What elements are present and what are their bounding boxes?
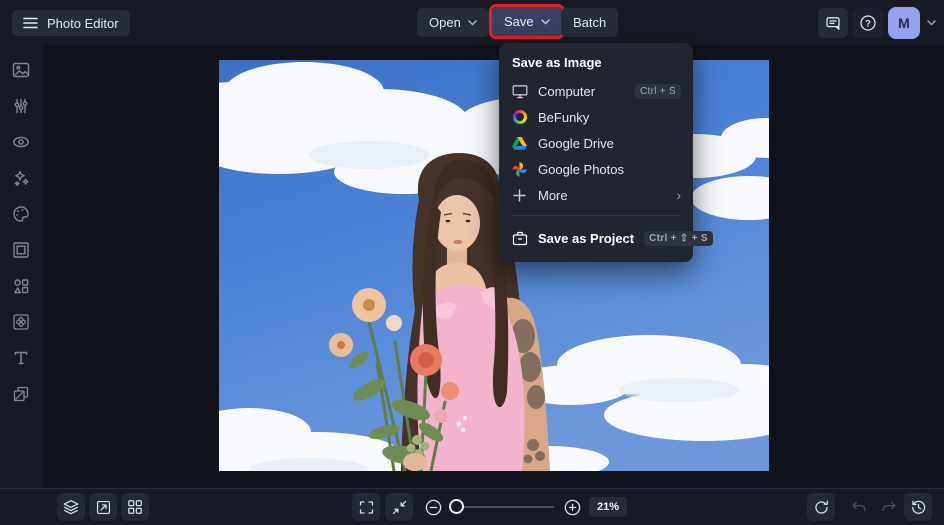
zoom-in-button[interactable] xyxy=(558,493,586,521)
redo-icon xyxy=(880,498,898,516)
fullscreen-button[interactable] xyxy=(352,493,380,521)
chevron-down-icon xyxy=(468,19,477,26)
sidebar-item-graphics[interactable] xyxy=(0,268,42,304)
photo-editor-app: Photo Editor Open Save Batch ? M Save as… xyxy=(0,0,944,525)
topbar: Photo Editor Open Save Batch ? M xyxy=(0,0,944,45)
zoom-out-button[interactable] xyxy=(419,493,447,521)
svg-text:?: ? xyxy=(865,18,871,29)
save-menu-header: Save as Image xyxy=(512,55,602,70)
reset-icon xyxy=(813,499,830,516)
bottombar: 21% xyxy=(0,488,944,525)
reset-button[interactable] xyxy=(807,493,835,521)
account-avatar[interactable]: M xyxy=(888,6,920,39)
undo-button[interactable] xyxy=(845,493,873,521)
chat-icon xyxy=(825,15,841,31)
app-title: Photo Editor xyxy=(47,15,119,31)
save-button-label: Save xyxy=(504,14,534,29)
sidebar-item-overlays[interactable] xyxy=(0,304,42,340)
image-manager-icon xyxy=(11,60,31,80)
chat-feedback-button[interactable] xyxy=(818,7,848,38)
sidebar-item-artsy[interactable] xyxy=(0,196,42,232)
redo-button[interactable] xyxy=(875,493,903,521)
fit-to-screen-button[interactable] xyxy=(385,493,413,521)
sidebar-item-touchup[interactable] xyxy=(0,124,42,160)
menu-item-label: BeFunky xyxy=(538,109,590,125)
open-button-label: Open xyxy=(429,15,461,30)
zoom-level-badge[interactable]: 21% xyxy=(589,497,627,517)
zoom-level-value: 21% xyxy=(596,501,620,513)
tools-sidebar xyxy=(0,45,42,488)
submenu-chevron-right-icon: › xyxy=(676,187,681,203)
sidebar-item-frames[interactable] xyxy=(0,232,42,268)
layers-icon xyxy=(62,498,80,516)
sidebar-item-edit[interactable] xyxy=(0,88,42,124)
menu-item-google-drive[interactable]: Google Drive xyxy=(499,130,693,156)
menu-item-computer[interactable]: Computer Ctrl + S xyxy=(499,78,693,104)
account-chevron-down-icon[interactable] xyxy=(927,19,936,26)
graphics-shapes-icon xyxy=(11,276,31,296)
hamburger-icon xyxy=(23,17,38,29)
menu-item-befunky[interactable]: BeFunky xyxy=(499,104,693,130)
menu-item-label: Google Drive xyxy=(538,135,614,151)
menu-item-google-photos[interactable]: Google Photos xyxy=(499,156,693,182)
overlays-icon xyxy=(11,312,31,332)
google-photos-icon xyxy=(511,161,528,177)
textures-icon xyxy=(11,384,31,404)
edit-adjust-icon xyxy=(11,96,31,116)
fit-screen-icon xyxy=(391,499,408,516)
sidebar-item-effects[interactable] xyxy=(0,160,42,196)
sidebar-item-textures[interactable] xyxy=(0,376,42,412)
save-button[interactable]: Save xyxy=(492,7,562,36)
help-button[interactable]: ? xyxy=(853,7,883,38)
touchup-eye-icon xyxy=(11,132,31,152)
grid-icon xyxy=(127,499,143,515)
befunky-icon xyxy=(511,110,528,124)
open-button[interactable]: Open xyxy=(417,8,489,37)
history-button[interactable] xyxy=(904,493,932,521)
menu-divider xyxy=(511,215,681,216)
zoom-out-icon xyxy=(424,498,443,517)
chevron-down-icon xyxy=(540,18,550,25)
resize-button[interactable] xyxy=(89,493,117,521)
zoom-in-icon xyxy=(563,498,582,517)
menu-item-label: Google Photos xyxy=(538,161,625,177)
frames-icon xyxy=(11,240,31,260)
menu-item-save-as-project[interactable]: Save as Project Ctrl + ⇧ + S xyxy=(499,223,713,253)
help-icon: ? xyxy=(859,14,877,32)
shortcut-badge: Ctrl + S xyxy=(634,83,681,99)
zoom-slider-handle[interactable] xyxy=(449,499,464,514)
undo-icon xyxy=(850,498,868,516)
batch-button-label: Batch xyxy=(573,15,607,30)
batch-button[interactable]: Batch xyxy=(561,8,619,37)
topbar-right-group: ? M xyxy=(818,0,936,45)
zoom-slider-track[interactable] xyxy=(450,506,554,508)
resize-icon xyxy=(95,499,112,516)
sidebar-item-image-manager[interactable] xyxy=(0,52,42,88)
avatar-initial: M xyxy=(898,14,910,31)
canvas-workspace[interactable]: Save as Image Computer Ctrl + S BeFunky … xyxy=(42,43,944,488)
text-icon xyxy=(11,348,31,368)
google-drive-icon xyxy=(511,136,528,150)
save-dropdown-menu: Save as Image Computer Ctrl + S BeFunky … xyxy=(499,43,713,262)
menu-item-more[interactable]: More › xyxy=(499,182,693,208)
plus-icon xyxy=(511,188,528,202)
menu-item-label: Computer xyxy=(538,83,596,99)
sidebar-item-text[interactable] xyxy=(0,340,42,376)
menu-item-label: More xyxy=(538,187,568,203)
computer-icon xyxy=(511,84,528,99)
shortcut-badge: Ctrl + ⇧ + S xyxy=(644,230,713,246)
layers-button[interactable] xyxy=(57,493,85,521)
fullscreen-icon xyxy=(358,499,375,516)
grid-view-button[interactable] xyxy=(121,493,149,521)
artsy-palette-icon xyxy=(11,204,31,224)
history-icon xyxy=(910,499,927,516)
app-menu-button[interactable]: Photo Editor xyxy=(12,10,130,36)
effects-sparkles-icon xyxy=(11,168,31,188)
save-project-icon xyxy=(511,231,528,246)
menu-item-label: Save as Project xyxy=(538,230,635,246)
save-button-highlight: Save xyxy=(489,4,565,39)
